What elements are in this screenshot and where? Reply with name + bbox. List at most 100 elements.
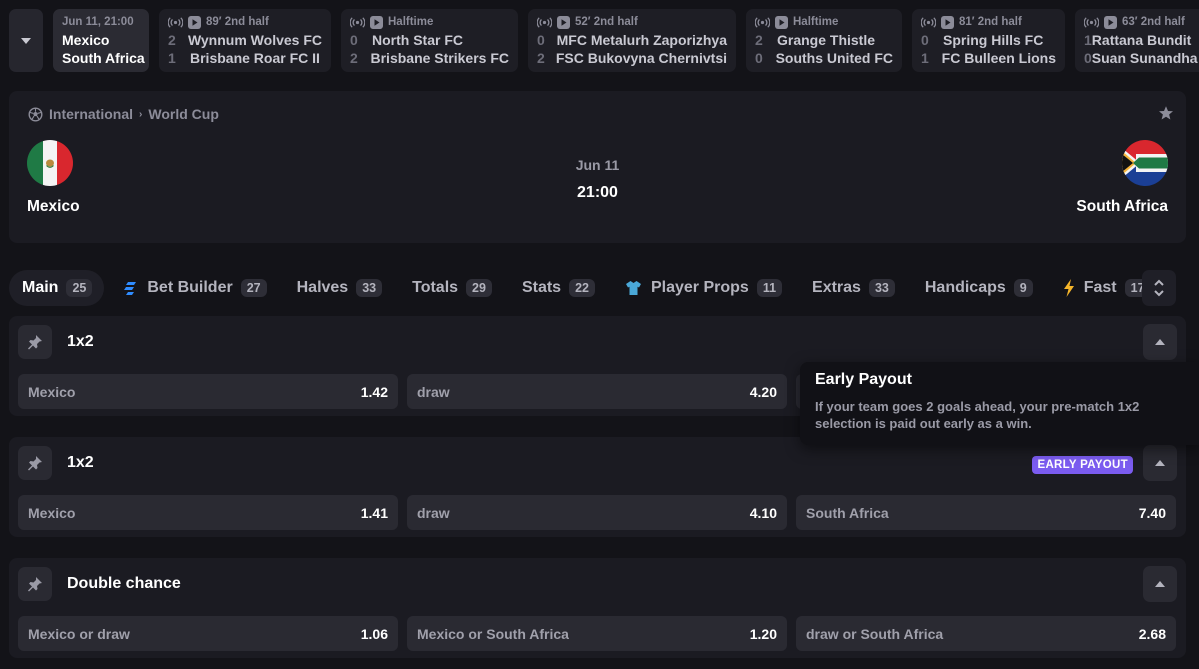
tab-main[interactable]: Main 25	[9, 270, 105, 306]
tab-label: Handicaps	[924, 279, 1006, 296]
live-broadcast-icon	[921, 16, 936, 28]
tab-handicaps[interactable]: Handicaps 9	[913, 270, 1045, 306]
home-score: 0	[537, 31, 545, 48]
home-score: 1	[1084, 31, 1092, 48]
odds-value: 4.20	[749, 383, 777, 400]
away-score: 1	[921, 49, 929, 66]
match-home: MFC Metalurh Zaporizhya	[556, 31, 727, 48]
collapse-strip-button[interactable]	[9, 9, 43, 72]
outcome-label: Mexico	[28, 383, 76, 400]
match-home: Rattana Bundit	[1091, 31, 1192, 48]
tab-stats[interactable]: Stats 22	[510, 270, 607, 306]
outcome-label: draw or South Africa	[806, 625, 944, 642]
tab-label: Fast	[1083, 279, 1117, 296]
breadcrumb-league[interactable]: World Cup	[148, 106, 219, 122]
match-card[interactable]: 63′ 2nd half 1 Rattana Bundit 0 Suan Sunan…	[1075, 9, 1199, 72]
bet-builder-icon	[122, 280, 138, 296]
tab-count: 29	[466, 279, 492, 297]
odds-button[interactable]: Mexico or South Africa 1.20	[407, 616, 787, 651]
odds-button[interactable]: Mexico 1.41	[18, 495, 398, 530]
match-away: FC Bulleen Lions	[941, 49, 1056, 66]
match-card[interactable]: Halftime 0 North Star FC 2 Brisbane Strike…	[341, 9, 518, 72]
live-broadcast-icon	[1084, 16, 1099, 28]
tab-totals[interactable]: Totals 29	[400, 270, 504, 306]
match-away: Brisbane Strikers FC	[370, 49, 510, 66]
market-1x2-early-payout: 1x2 EARLY PAYOUT Mexico 1.41 draw 4.10 S…	[9, 437, 1186, 537]
match-status: Halftime	[793, 16, 839, 28]
live-broadcast-icon	[168, 16, 183, 28]
early-payout-badge[interactable]: EARLY PAYOUT	[1032, 456, 1133, 474]
tab-halves[interactable]: Halves 33	[285, 270, 395, 306]
early-payout-tooltip: Early Payout If your team goes 2 goals a…	[800, 362, 1199, 445]
south-africa-flag-icon	[1122, 140, 1168, 186]
odds-button[interactable]: South Africa 7.40	[796, 495, 1176, 530]
match-card[interactable]: 81′ 2nd half 0 Spring Hills FC 1 FC Bullee…	[912, 9, 1065, 72]
match-home: North Star FC	[372, 31, 463, 48]
outcome-label: draw	[417, 504, 450, 521]
soccer-ball-icon	[28, 106, 43, 122]
caret-down-icon	[21, 37, 31, 44]
pin-market-button[interactable]	[18, 446, 52, 480]
pin-market-button[interactable]	[18, 325, 52, 359]
tab-label: Extras	[812, 279, 861, 296]
odds-value: 1.20	[749, 625, 777, 642]
tab-count: 33	[356, 279, 383, 297]
match-status: 63′ 2nd half	[1122, 16, 1185, 28]
home-score: 2	[168, 31, 176, 48]
favorite-star-icon[interactable]	[1158, 105, 1174, 121]
event-header: International › World Cup Mexico Jun 11 …	[9, 91, 1186, 243]
caret-up-icon	[1155, 339, 1165, 345]
tab-count: 9	[1013, 279, 1033, 297]
match-datetime: Jun 11, 21:00	[62, 16, 134, 28]
market-tabs: Main 25 Bet Builder 27 Halves 33 Totals 29 S…	[9, 269, 1169, 307]
event-time: 21:00	[577, 184, 618, 201]
tab-extras[interactable]: Extras 33	[800, 270, 907, 306]
odds-button[interactable]: draw 4.10	[407, 495, 787, 530]
home-score: 0	[350, 31, 358, 48]
away-score: 2	[537, 49, 545, 66]
outcome-label: Mexico or draw	[28, 625, 130, 642]
match-status: 52′ 2nd half	[575, 16, 638, 28]
odds-value: 1.41	[360, 504, 388, 521]
collapse-market-button[interactable]	[1143, 566, 1177, 602]
match-card[interactable]: 89′ 2nd half 2 Wynnum Wolves FC 1 Brisbane…	[159, 9, 331, 72]
odds-value: 2.68	[1138, 625, 1166, 642]
odds-button[interactable]: Mexico or draw 1.06	[18, 616, 398, 651]
tab-bet-builder[interactable]: Bet Builder 27	[110, 270, 278, 306]
home-score: 0	[921, 31, 929, 48]
odds-button[interactable]: draw or South Africa 2.68	[796, 616, 1176, 651]
pin-market-button[interactable]	[18, 567, 52, 601]
tab-count: 27	[240, 279, 267, 297]
tab-count: 25	[66, 279, 93, 297]
match-status: 89′ 2nd half	[206, 16, 269, 28]
match-home: Mexico	[62, 31, 110, 48]
breadcrumb: International › World Cup	[28, 106, 219, 122]
match-card[interactable]: 52′ 2nd half 0 MFC Metalurh Zaporizhya 2F…	[528, 9, 736, 72]
away-score: 2	[350, 49, 358, 66]
play-video-icon	[1104, 15, 1117, 29]
play-video-icon	[775, 15, 788, 29]
chevron-right-icon: ›	[139, 108, 143, 120]
odds-button[interactable]: Mexico 1.42	[18, 374, 398, 409]
tab-count: 33	[868, 279, 895, 297]
match-card-current[interactable]: Jun 11, 21:00 Mexico South Africa	[53, 9, 149, 72]
away-score: 1	[168, 49, 176, 66]
breadcrumb-country[interactable]: International	[49, 106, 133, 122]
odds-value: 1.06	[360, 625, 388, 642]
collapse-market-button[interactable]	[1143, 324, 1177, 360]
odds-value: 4.10	[749, 504, 777, 521]
tab-player-props[interactable]: Player Props 11	[613, 270, 794, 306]
play-video-icon	[370, 15, 383, 29]
match-home: Wynnum Wolves FC	[187, 31, 322, 48]
match-home: Spring Hills FC	[943, 31, 1044, 48]
match-away: South Africa	[62, 49, 145, 66]
match-card[interactable]: Halftime 2 Grange Thistle 0 Souths United …	[746, 9, 902, 72]
expand-collapse-all-button[interactable]	[1142, 270, 1176, 306]
collapse-market-button[interactable]	[1143, 445, 1177, 481]
outcome-label: draw	[417, 383, 450, 400]
tab-count: 11	[756, 279, 783, 297]
caret-up-icon	[1155, 460, 1165, 466]
odds-button[interactable]: draw 4.20	[407, 374, 787, 409]
live-broadcast-icon	[537, 16, 552, 28]
live-matches-strip: Jun 11, 21:00 Mexico South Africa 89′ 2n…	[0, 9, 1199, 72]
